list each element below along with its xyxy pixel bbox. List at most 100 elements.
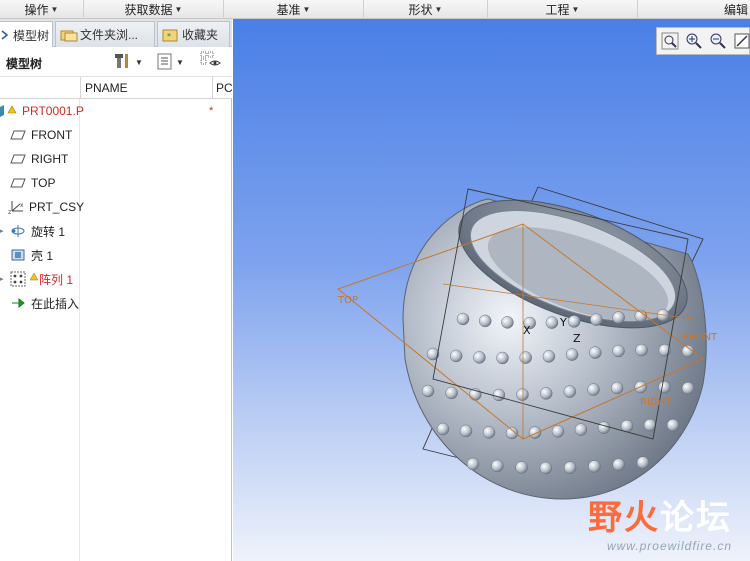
dimple (528, 426, 542, 439)
tree-item-right[interactable]: RIGHT (0, 147, 232, 171)
dimple (681, 381, 695, 395)
modified-marker: * (209, 105, 214, 117)
dimple (545, 316, 559, 329)
column-pc[interactable]: PC (212, 77, 232, 99)
tree-item-part[interactable]: PRT0001.P * (0, 99, 232, 123)
datum-plane-icon (10, 151, 26, 167)
dimple (539, 387, 553, 400)
dimple (588, 460, 601, 473)
dimple (491, 459, 504, 473)
dimple (589, 346, 602, 359)
pattern-icon (10, 271, 26, 287)
chevron-down-icon: ▼ (50, 5, 59, 14)
dimple (542, 350, 556, 363)
tree-item-pattern[interactable]: ▸ 阵列 1 (0, 267, 232, 291)
column-pname[interactable]: PNAME (80, 77, 212, 99)
dimple (666, 418, 680, 432)
tree-item-insert-here[interactable]: 在此插入 (0, 291, 232, 315)
chevron-down-icon: ▼ (176, 57, 184, 67)
dimple (597, 421, 611, 434)
dimple (421, 384, 435, 398)
dimple (496, 351, 509, 365)
dimple (563, 385, 577, 398)
graphics-viewport[interactable]: TOP FRONT RIGHT X Y Z 野火论坛 www.proewildf… (233, 19, 750, 561)
tree-columns-icon (200, 51, 224, 74)
axis-label-x: X (523, 324, 531, 337)
dimple (478, 314, 492, 328)
menu-operations[interactable]: 操作 ▼ (0, 0, 84, 19)
show-button[interactable]: ▼ (157, 52, 184, 72)
dimple (515, 461, 528, 474)
menu-engineering[interactable]: 工程 ▼ (488, 0, 638, 19)
tree-item-shell[interactable]: 壳 1 (0, 243, 232, 267)
chevron-down-icon: ▼ (135, 57, 143, 67)
menu-shapes[interactable]: 形状 ▼ (364, 0, 488, 19)
dimple (590, 313, 603, 326)
expand-arrow-icon[interactable]: ▸ (0, 275, 10, 283)
dimple (445, 386, 458, 400)
left-panel: 模型树 文件夹浏... * 收藏夹 模型树 ▼ ▼ PNAME PC PRT00… (0, 19, 232, 561)
menu-edit[interactable]: 编辑 (638, 0, 750, 19)
axis-label-y: Y (559, 316, 567, 329)
dimple (551, 425, 565, 438)
chevron-down-icon: ▼ (571, 5, 580, 14)
tree-item-csys[interactable]: xz PRT_CSY (0, 195, 232, 219)
dimple (473, 351, 486, 364)
model-tree-icon (1, 28, 9, 42)
svg-text:*: * (167, 32, 171, 41)
list-icon (157, 52, 173, 73)
settings-button[interactable]: ▼ (114, 52, 143, 72)
warning-icon (30, 271, 38, 287)
dimple (587, 383, 600, 396)
dimple (459, 424, 473, 438)
dimple (610, 381, 624, 395)
tab-folder-browser[interactable]: 文件夹浏... (55, 21, 155, 47)
tree-filter-button[interactable] (200, 51, 224, 74)
menu-bar: 操作 ▼ 获取数据 ▼ 基准 ▼ 形状 ▼ 工程 ▼ 编辑 (0, 0, 750, 19)
plane-label-top: TOP (337, 295, 358, 306)
tree-item-front[interactable]: FRONT (0, 123, 232, 147)
dimple (539, 461, 553, 475)
plane-label-front: FRONT (683, 332, 718, 343)
dimple (449, 349, 463, 363)
dimple (565, 348, 579, 361)
favorites-folder-icon: * (162, 28, 178, 42)
model-body[interactable] (402, 174, 707, 500)
model-graphics: TOP FRONT RIGHT X Y Z (336, 174, 718, 500)
model-tree-toolbar: 模型树 ▼ ▼ (0, 47, 232, 77)
dimple (574, 423, 588, 436)
panel-title: 模型树 (6, 57, 43, 71)
plane-label-right: RIGHT (640, 397, 672, 408)
datum-plane-icon (10, 127, 26, 143)
dimple (635, 343, 648, 357)
dimple (501, 316, 514, 329)
dimple (492, 388, 506, 402)
folder-icon (60, 28, 78, 42)
axis-label-z: Z (573, 332, 581, 345)
dimple (436, 422, 450, 436)
tab-favorites[interactable]: * 收藏夹 (157, 21, 230, 47)
dimple (456, 312, 470, 326)
menu-datum[interactable]: 基准 ▼ (224, 0, 364, 19)
dimple (612, 311, 625, 324)
dimple (519, 351, 532, 364)
part-icon (0, 103, 22, 119)
dimple (567, 315, 581, 328)
dimple (482, 426, 496, 439)
dimple (563, 461, 577, 474)
tools-icon (114, 52, 132, 73)
navigator-tabs: 模型树 文件夹浏... * 收藏夹 (0, 19, 232, 48)
expand-arrow-icon[interactable]: ▸ (0, 227, 10, 235)
menu-get-data[interactable]: 获取数据 ▼ (84, 0, 224, 19)
dimple (620, 419, 634, 433)
shell-icon (10, 247, 26, 263)
tree-item-revolve[interactable]: ▸ 旋转 1 (0, 219, 232, 243)
dimple (636, 456, 650, 469)
dimple (516, 388, 529, 401)
tab-model-tree[interactable]: 模型树 (0, 21, 53, 48)
chevron-down-icon: ▼ (302, 5, 311, 14)
forum-watermark: 野火论坛 www.proewildfire.cn (588, 498, 732, 553)
tree-item-top[interactable]: TOP (0, 171, 232, 195)
model-tree: PRT0001.P * FRONT RIGHT TOP xz PRT_CSY ▸… (0, 99, 232, 315)
datum-plane-icon (10, 175, 26, 191)
